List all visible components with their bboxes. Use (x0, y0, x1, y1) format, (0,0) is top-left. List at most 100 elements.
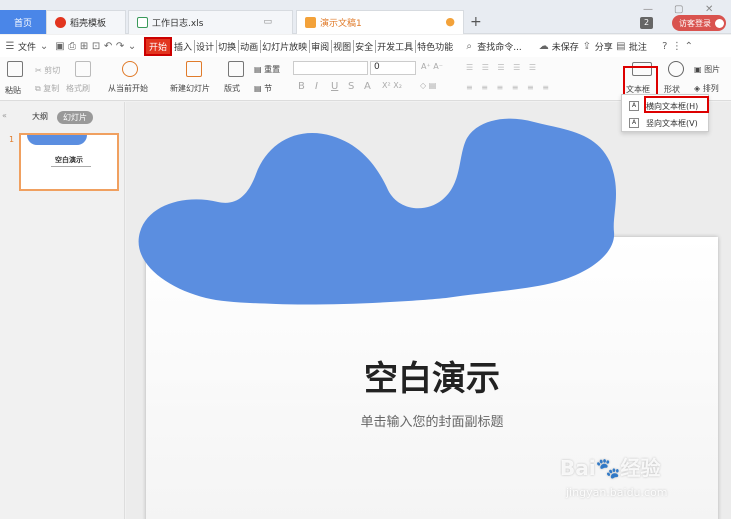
more-chevron-icon[interactable]: ⌄ (126, 41, 138, 52)
shape-icon[interactable] (668, 61, 684, 77)
font-size-value: 0 (374, 62, 380, 72)
freeform-shape-path[interactable] (138, 118, 617, 305)
comment-button[interactable]: 批注 (627, 40, 649, 53)
menu-security[interactable]: 安全 (353, 39, 375, 53)
paste-icon[interactable] (7, 61, 23, 77)
menu-home[interactable]: 开始 (144, 36, 173, 56)
new-tab-icon[interactable]: + (470, 14, 482, 30)
slide-number: 1 (9, 135, 15, 144)
new-slide-icon[interactable] (186, 61, 202, 77)
collapse-panel-icon[interactable]: « (2, 111, 7, 120)
layout-icon[interactable] (228, 61, 244, 77)
paragraph-tools-icon[interactable]: ☰ ☰ ☰ ☰ ☰ (466, 63, 539, 72)
thumbnail-title: 空白演示 (55, 156, 83, 164)
maximize-icon[interactable]: ▢ (674, 4, 683, 15)
redo-icon[interactable]: ↷ (114, 41, 126, 52)
font-size-select[interactable]: 0 (370, 61, 416, 75)
alignment-tools-icon[interactable]: ≡ ≡ ≡ ≡ ≡ ≡ (466, 83, 552, 92)
copy-label: 复制 (43, 84, 60, 93)
menu-features[interactable]: 特色功能 (415, 39, 455, 53)
share-button[interactable]: 分享 (593, 40, 615, 53)
layout-button[interactable]: 版式 (224, 83, 240, 94)
menu-insert[interactable]: 插入 (172, 40, 194, 53)
reset-button[interactable]: ▤ 重置 (254, 64, 280, 75)
watermark-brand2: 经验 (620, 456, 661, 480)
clear-format-icon[interactable]: ◇ ▤ (420, 81, 436, 90)
menu-review[interactable]: 审阅 (309, 39, 331, 53)
copy-button[interactable]: ⧉ 复制 (35, 83, 59, 94)
italic-icon[interactable]: I (315, 81, 318, 92)
format-painter-icon[interactable] (75, 61, 91, 77)
tab-home-label: 首页 (13, 18, 32, 29)
tab-template[interactable]: 稻壳模板 (46, 10, 126, 34)
more-icon[interactable]: ⋮ (671, 41, 683, 52)
new-slide-button[interactable]: 新建幻灯片 (170, 83, 210, 94)
pin-icon[interactable]: ▭ (263, 17, 272, 27)
help-icon[interactable]: ? (659, 41, 671, 52)
freeform-shape[interactable] (126, 102, 731, 322)
thumbnail-subtitle (51, 166, 91, 167)
unsaved-dot-icon[interactable]: ● (445, 15, 455, 28)
reset-label: 重置 (264, 65, 281, 74)
cut-button[interactable]: ✂ 剪切 (35, 65, 60, 76)
cloud-icon: ☁ (538, 40, 549, 52)
minimize-icon[interactable]: — (643, 4, 653, 15)
tab-excel-label: 工作日志.xls (152, 19, 204, 29)
tab-excel[interactable]: 工作日志.xls ▭ (128, 10, 293, 34)
tab-presentation[interactable]: 演示文稿1 ● (296, 10, 464, 34)
print-preview-icon[interactable]: ⎙ (66, 41, 78, 52)
shadow-icon[interactable]: S (348, 81, 354, 92)
avatar-icon (715, 18, 724, 28)
login-button[interactable]: 访客登录 (672, 15, 726, 31)
search-icon: ⌕ (466, 40, 472, 52)
undo-icon[interactable]: ↶ (102, 41, 114, 52)
save-icon[interactable]: ▣ (54, 41, 66, 52)
slide-panel: « 大纲 幻灯片 1 空白演示 (0, 102, 125, 519)
menu-developer[interactable]: 开发工具 (375, 39, 415, 53)
superscript-icon[interactable]: X² X₂ (382, 81, 402, 90)
font-family-select[interactable] (293, 61, 368, 75)
menu-row: ☰ 文件 ⌄ ▣ ⎙ ⊞ ⊡ ↶ ↷ ⌄ 开始 插入 设计 切换 动画 幻灯片放… (0, 35, 731, 57)
tab-slides[interactable]: 幻灯片 (57, 111, 93, 124)
export-icon[interactable]: ⊡ (90, 41, 102, 52)
menu-design[interactable]: 设计 (194, 39, 216, 53)
docer-icon (55, 17, 66, 28)
window-count-badge[interactable]: 2 (640, 17, 653, 29)
underline-icon[interactable]: U (331, 81, 338, 92)
slide-thumbnail[interactable]: 空白演示 (19, 133, 119, 191)
grow-font-icon[interactable]: A⁺ A⁻ (421, 62, 443, 71)
cut-label: 剪切 (44, 66, 61, 75)
menu-file[interactable]: 文件 (16, 40, 38, 53)
picture-label: 图片 (704, 65, 721, 74)
bold-icon[interactable]: B (298, 81, 305, 92)
hamburger-icon[interactable]: ☰ (4, 41, 16, 52)
picture-button[interactable]: ▣ 图片 (694, 64, 720, 75)
play-icon[interactable] (122, 61, 138, 77)
thumbnail-shape (27, 135, 87, 145)
command-search[interactable]: 查找命令... (475, 40, 524, 53)
menu-transition[interactable]: 切换 (216, 39, 238, 53)
slide-title[interactable]: 空白演示 (146, 351, 718, 400)
close-icon[interactable]: ✕ (705, 4, 713, 15)
play-from-current-button[interactable]: 从当前开始 (108, 83, 148, 94)
print-icon[interactable]: ⊞ (78, 41, 90, 52)
font-color-icon[interactable]: A (364, 81, 371, 92)
tab-home[interactable]: 首页 (0, 10, 46, 34)
section-button[interactable]: ▤ 节 (254, 83, 272, 94)
collapse-ribbon-icon[interactable]: ⌃ (683, 41, 695, 52)
save-status[interactable]: 未保存 (550, 40, 581, 53)
excel-file-icon (137, 17, 148, 28)
section-label: 节 (264, 84, 273, 93)
format-painter-button[interactable]: 格式刷 (66, 83, 90, 94)
slide-subtitle[interactable]: 单击输入您的封面副标题 (146, 411, 718, 430)
paste-button[interactable]: 粘贴 (5, 85, 21, 96)
menu-animation[interactable]: 动画 (238, 39, 260, 53)
menu-slideshow[interactable]: 幻灯片放映 (260, 39, 309, 53)
tab-presentation-label: 演示文稿1 (320, 19, 362, 29)
share-icon: ⇪ (582, 40, 591, 52)
menu-view[interactable]: 视图 (331, 39, 353, 53)
tab-outline[interactable]: 大纲 (32, 111, 48, 122)
chevron-down-icon[interactable]: ⌄ (38, 41, 50, 52)
arrange-button[interactable]: ◈ 排列 (694, 83, 719, 94)
vertical-textbox-item[interactable]: 竖向文本框(V) (646, 118, 698, 129)
